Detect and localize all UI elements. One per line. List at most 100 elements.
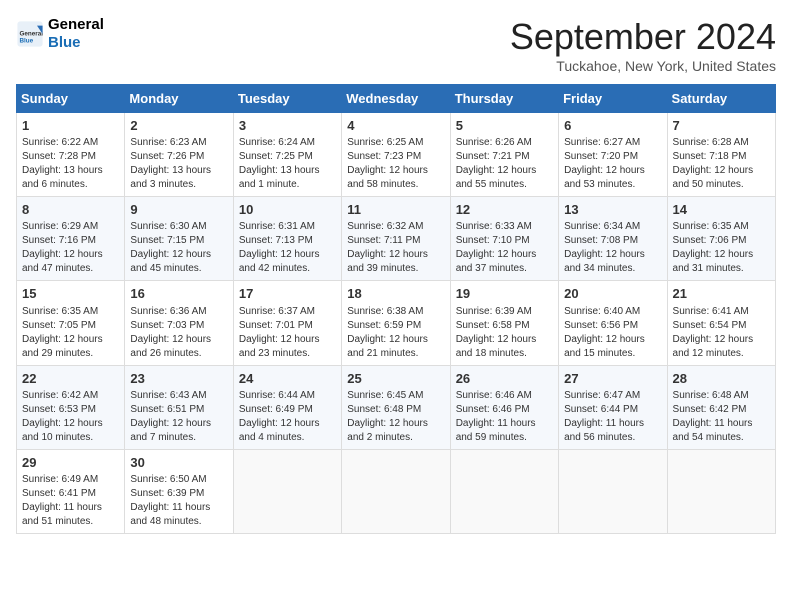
calendar-cell: 3Sunrise: 6:24 AM Sunset: 7:25 PM Daylig… [233, 113, 341, 197]
day-number: 7 [673, 117, 770, 135]
day-number: 16 [130, 285, 227, 303]
day-info: Sunrise: 6:25 AM Sunset: 7:23 PM Dayligh… [347, 136, 444, 192]
calendar-cell [342, 449, 450, 533]
calendar-cell: 7Sunrise: 6:28 AM Sunset: 7:18 PM Daylig… [667, 113, 775, 197]
day-info: Sunrise: 6:37 AM Sunset: 7:01 PM Dayligh… [239, 305, 336, 361]
calendar-cell: 21 Sunrise: 6:41 AM Sunset: 6:54 PM Dayli… [667, 281, 775, 365]
calendar-week-row: 15Sunrise: 6:35 AM Sunset: 7:05 PM Dayli… [17, 281, 776, 365]
month-title: September 2024 [510, 16, 776, 58]
calendar-cell: 18 Sunrise: 6:38 AM Sunset: 6:59 PM Dayli… [342, 281, 450, 365]
day-info: Sunrise: 6:45 AM Sunset: 6:48 PM Dayligh… [347, 389, 444, 445]
calendar-cell: 14Sunrise: 6:35 AM Sunset: 7:06 PM Dayli… [667, 197, 775, 281]
day-info: Sunrise: 6:36 AM Sunset: 7:03 PM Dayligh… [130, 305, 227, 361]
day-info: Sunrise: 6:22 AM Sunset: 7:28 PM Dayligh… [22, 136, 119, 192]
calendar-cell: 20 Sunrise: 6:40 AM Sunset: 6:56 PM Dayli… [559, 281, 667, 365]
calendar-cell: 9Sunrise: 6:30 AM Sunset: 7:15 PM Daylig… [125, 197, 233, 281]
day-number: 11 [347, 201, 444, 219]
day-info: Sunrise: 6:32 AM Sunset: 7:11 PM Dayligh… [347, 220, 444, 276]
day-info: Sunrise: 6:47 AM Sunset: 6:44 PM Dayligh… [564, 389, 661, 445]
calendar-cell: 22Sunrise: 6:42 AM Sunset: 6:53 PM Dayli… [17, 365, 125, 449]
title-area: September 2024 Tuckahoe, New York, Unite… [510, 16, 776, 74]
logo-text: General Blue [48, 16, 104, 52]
calendar-cell: 29Sunrise: 6:49 AM Sunset: 6:41 PM Dayli… [17, 449, 125, 533]
calendar-cell: 13Sunrise: 6:34 AM Sunset: 7:08 PM Dayli… [559, 197, 667, 281]
day-number: 26 [456, 370, 553, 388]
day-number: 4 [347, 117, 444, 135]
day-number: 30 [130, 454, 227, 472]
day-number: 6 [564, 117, 661, 135]
day-info: Sunrise: 6:28 AM Sunset: 7:18 PM Dayligh… [673, 136, 770, 192]
day-number: 14 [673, 201, 770, 219]
calendar-cell: 2Sunrise: 6:23 AM Sunset: 7:26 PM Daylig… [125, 113, 233, 197]
day-info: Sunrise: 6:24 AM Sunset: 7:25 PM Dayligh… [239, 136, 336, 192]
calendar-week-row: 1Sunrise: 6:22 AM Sunset: 7:28 PM Daylig… [17, 113, 776, 197]
svg-text:General: General [20, 30, 44, 37]
day-number: 22 [22, 370, 119, 388]
calendar-cell [233, 449, 341, 533]
calendar-cell: 16 Sunrise: 6:36 AM Sunset: 7:03 PM Dayli… [125, 281, 233, 365]
day-number: 3 [239, 117, 336, 135]
day-number: 23 [130, 370, 227, 388]
day-info: Sunrise: 6:26 AM Sunset: 7:21 PM Dayligh… [456, 136, 553, 192]
day-info: Sunrise: 6:44 AM Sunset: 6:49 PM Dayligh… [239, 389, 336, 445]
day-number: 1 [22, 117, 119, 135]
day-number: 20 [564, 285, 661, 303]
day-info: Sunrise: 6:39 AM Sunset: 6:58 PM Dayligh… [456, 305, 553, 361]
day-info: Sunrise: 6:48 AM Sunset: 6:42 PM Dayligh… [673, 389, 770, 445]
day-info: Sunrise: 6:30 AM Sunset: 7:15 PM Dayligh… [130, 220, 227, 276]
day-number: 27 [564, 370, 661, 388]
day-number: 19 [456, 285, 553, 303]
day-info: Sunrise: 6:40 AM Sunset: 6:56 PM Dayligh… [564, 305, 661, 361]
day-number: 25 [347, 370, 444, 388]
day-number: 13 [564, 201, 661, 219]
day-info: Sunrise: 6:46 AM Sunset: 6:46 PM Dayligh… [456, 389, 553, 445]
calendar-cell: 28Sunrise: 6:48 AM Sunset: 6:42 PM Dayli… [667, 365, 775, 449]
calendar-cell: 12Sunrise: 6:33 AM Sunset: 7:10 PM Dayli… [450, 197, 558, 281]
calendar-cell [667, 449, 775, 533]
day-number: 8 [22, 201, 119, 219]
day-number: 2 [130, 117, 227, 135]
day-info: Sunrise: 6:27 AM Sunset: 7:20 PM Dayligh… [564, 136, 661, 192]
day-info: Sunrise: 6:29 AM Sunset: 7:16 PM Dayligh… [22, 220, 119, 276]
day-number: 18 [347, 285, 444, 303]
page-header: General Blue General Blue September 2024… [16, 16, 776, 74]
day-info: Sunrise: 6:49 AM Sunset: 6:41 PM Dayligh… [22, 473, 119, 529]
day-number: 12 [456, 201, 553, 219]
day-info: Sunrise: 6:50 AM Sunset: 6:39 PM Dayligh… [130, 473, 227, 529]
logo-icon: General Blue [16, 20, 44, 48]
logo: General Blue General Blue [16, 16, 104, 52]
day-number: 10 [239, 201, 336, 219]
day-number: 28 [673, 370, 770, 388]
calendar-cell: 4Sunrise: 6:25 AM Sunset: 7:23 PM Daylig… [342, 113, 450, 197]
day-info: Sunrise: 6:31 AM Sunset: 7:13 PM Dayligh… [239, 220, 336, 276]
column-header-friday: Friday [559, 85, 667, 113]
day-info: Sunrise: 6:38 AM Sunset: 6:59 PM Dayligh… [347, 305, 444, 361]
day-info: Sunrise: 6:23 AM Sunset: 7:26 PM Dayligh… [130, 136, 227, 192]
calendar-cell [559, 449, 667, 533]
day-info: Sunrise: 6:41 AM Sunset: 6:54 PM Dayligh… [673, 305, 770, 361]
day-number: 9 [130, 201, 227, 219]
calendar-cell: 27Sunrise: 6:47 AM Sunset: 6:44 PM Dayli… [559, 365, 667, 449]
day-info: Sunrise: 6:43 AM Sunset: 6:51 PM Dayligh… [130, 389, 227, 445]
calendar-cell: 1Sunrise: 6:22 AM Sunset: 7:28 PM Daylig… [17, 113, 125, 197]
calendar-cell [450, 449, 558, 533]
day-number: 29 [22, 454, 119, 472]
calendar-table: SundayMondayTuesdayWednesdayThursdayFrid… [16, 84, 776, 534]
calendar-week-row: 8Sunrise: 6:29 AM Sunset: 7:16 PM Daylig… [17, 197, 776, 281]
day-info: Sunrise: 6:35 AM Sunset: 7:06 PM Dayligh… [673, 220, 770, 276]
calendar-cell: 15Sunrise: 6:35 AM Sunset: 7:05 PM Dayli… [17, 281, 125, 365]
calendar-cell: 6Sunrise: 6:27 AM Sunset: 7:20 PM Daylig… [559, 113, 667, 197]
column-header-wednesday: Wednesday [342, 85, 450, 113]
calendar-cell: 26Sunrise: 6:46 AM Sunset: 6:46 PM Dayli… [450, 365, 558, 449]
day-info: Sunrise: 6:34 AM Sunset: 7:08 PM Dayligh… [564, 220, 661, 276]
column-header-saturday: Saturday [667, 85, 775, 113]
calendar-week-row: 29Sunrise: 6:49 AM Sunset: 6:41 PM Dayli… [17, 449, 776, 533]
calendar-cell: 23Sunrise: 6:43 AM Sunset: 6:51 PM Dayli… [125, 365, 233, 449]
day-number: 21 [673, 285, 770, 303]
calendar-cell: 8Sunrise: 6:29 AM Sunset: 7:16 PM Daylig… [17, 197, 125, 281]
day-number: 15 [22, 285, 119, 303]
column-header-thursday: Thursday [450, 85, 558, 113]
column-header-sunday: Sunday [17, 85, 125, 113]
day-number: 17 [239, 285, 336, 303]
calendar-cell: 11Sunrise: 6:32 AM Sunset: 7:11 PM Dayli… [342, 197, 450, 281]
